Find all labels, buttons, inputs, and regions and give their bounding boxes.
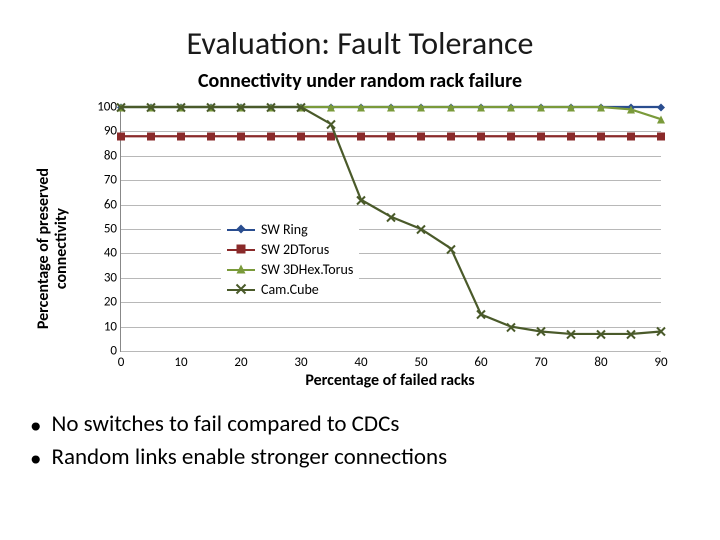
legend-item: SW 2DTorus — [227, 239, 353, 259]
x-tick-label: 10 — [174, 355, 187, 370]
y-tick-label: 20 — [89, 295, 117, 310]
y-tick-label: 30 — [89, 270, 117, 285]
data-marker — [117, 98, 125, 117]
bullet-dot-icon: • — [30, 409, 41, 442]
data-marker — [147, 98, 155, 117]
bullet-dot-icon: • — [30, 442, 41, 475]
data-marker — [207, 98, 215, 117]
y-tick-label: 0 — [89, 344, 117, 359]
data-marker — [477, 305, 485, 324]
data-marker — [297, 98, 305, 117]
bullet-text: No switches to fail compared to CDCs — [51, 409, 399, 440]
y-tick-label: 10 — [89, 319, 117, 334]
bullet-item: • No switches to fail compared to CDCs — [30, 409, 690, 442]
legend-swatch-icon — [227, 242, 255, 256]
x-tick-label: 30 — [294, 355, 307, 370]
x-tick-label: 60 — [474, 355, 487, 370]
legend-swatch-icon — [227, 262, 255, 276]
data-marker — [597, 324, 605, 343]
legend-label: SW 2DTorus — [261, 241, 329, 258]
data-marker — [357, 190, 365, 209]
data-marker — [447, 239, 455, 258]
data-marker — [537, 322, 545, 341]
y-tick-label: 60 — [89, 197, 117, 212]
x-tick-label: 70 — [534, 355, 547, 370]
legend-item: SW 3DHex.Torus — [227, 259, 353, 279]
y-tick-label: 90 — [89, 124, 117, 139]
data-marker — [327, 115, 335, 134]
bullet-list: • No switches to fail compared to CDCs •… — [30, 409, 690, 475]
x-tick-label: 80 — [594, 355, 607, 370]
y-axis-label-wrap: Percentage of preservedconnectivity — [38, 99, 68, 399]
chart-title: Connectivity under random rack failure — [24, 69, 696, 93]
x-tick-label: 40 — [354, 355, 367, 370]
legend: SW Ring SW 2DTorus SW 3DHex.Torus Cam.Cube — [221, 217, 359, 301]
data-marker — [567, 324, 575, 343]
legend-label: Cam.Cube — [261, 281, 319, 298]
legend-label: SW Ring — [261, 221, 308, 238]
series-line — [121, 107, 661, 351]
data-marker — [627, 324, 635, 343]
x-tick-label: 90 — [654, 355, 667, 370]
legend-swatch-icon — [227, 222, 255, 236]
legend-item: SW Ring — [227, 219, 353, 239]
data-marker — [657, 322, 665, 341]
data-marker — [507, 317, 515, 336]
y-tick-label: 100 — [89, 100, 117, 115]
x-tick-label: 0 — [118, 355, 125, 370]
bullet-item: • Random links enable stronger connectio… — [30, 442, 690, 475]
data-marker — [417, 220, 425, 239]
data-marker — [177, 98, 185, 117]
x-axis-label: Percentage of failed racks — [120, 371, 660, 390]
x-tick-label: 20 — [234, 355, 247, 370]
x-tick-label: 50 — [414, 355, 427, 370]
data-marker — [267, 98, 275, 117]
y-tick-label: 70 — [89, 173, 117, 188]
legend-swatch-icon — [227, 282, 255, 296]
legend-item: Cam.Cube — [227, 279, 353, 299]
y-axis-label-text: Percentage of preservedconnectivity — [34, 168, 71, 329]
y-axis-label: Percentage of preservedconnectivity — [35, 168, 70, 329]
chart: Percentage of preservedconnectivity 0102… — [40, 99, 680, 399]
plot-area: 0102030405060708090100010203040506070809… — [120, 107, 661, 352]
slide: Evaluation: Fault Tolerance Connectivity… — [0, 0, 720, 540]
y-tick-label: 80 — [89, 148, 117, 163]
legend-label: SW 3DHex.Torus — [261, 261, 353, 278]
data-marker — [237, 98, 245, 117]
y-tick-label: 50 — [89, 222, 117, 237]
grid-line — [121, 351, 661, 352]
data-marker — [387, 207, 395, 226]
slide-title: Evaluation: Fault Tolerance — [24, 24, 696, 63]
y-tick-label: 40 — [89, 246, 117, 261]
bullet-text: Random links enable stronger connections — [51, 442, 447, 473]
